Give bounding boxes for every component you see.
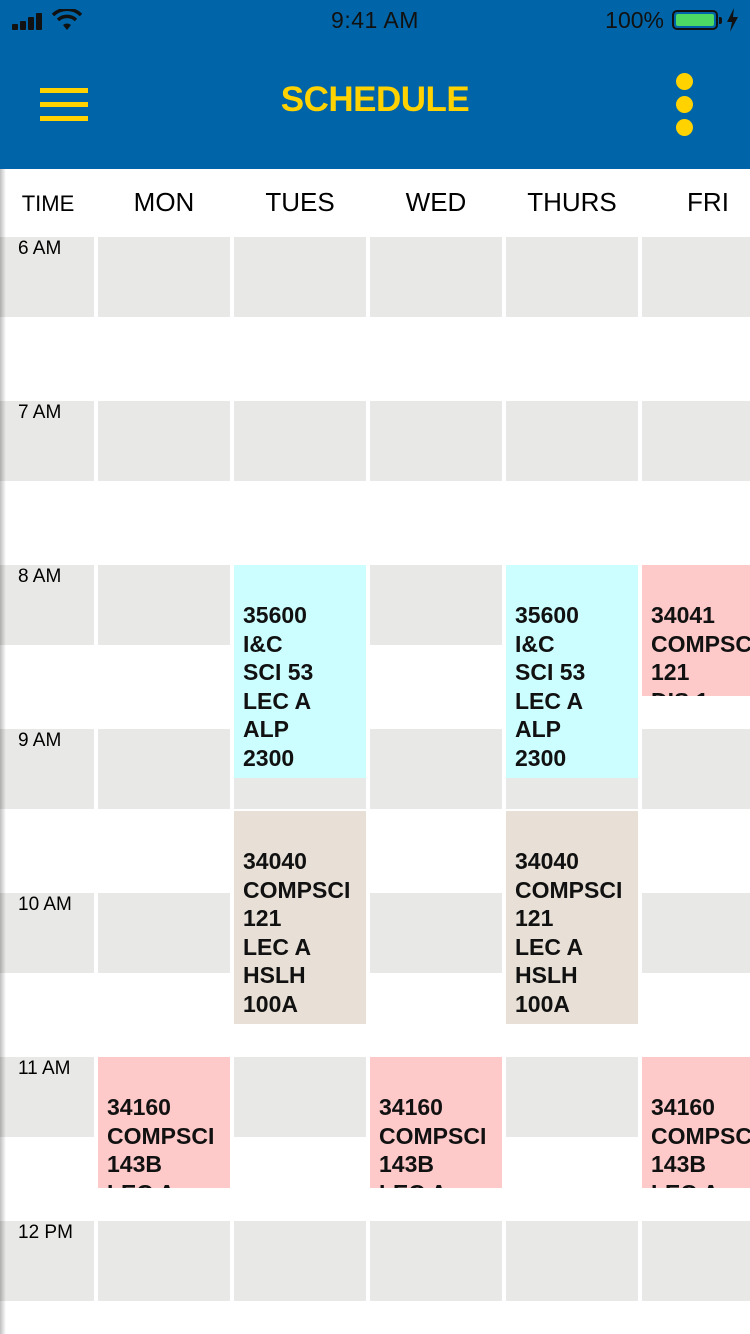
- course-event-line: SCI 53: [515, 659, 586, 686]
- course-event-block[interactable]: 34160COMPSCI143BLEC ASSH 100: [642, 1057, 750, 1189]
- course-event-line: 100A: [243, 990, 298, 1017]
- course-event-line: 121: [651, 659, 690, 686]
- schedule-cell[interactable]: [98, 1221, 230, 1301]
- hour-label: 10 AM: [18, 894, 72, 915]
- course-event-line: COMPSCI: [651, 1122, 750, 1149]
- schedule-cell[interactable]: [234, 401, 366, 481]
- course-event-line: LEC A: [515, 933, 584, 960]
- hour-label: 11 AM: [18, 1058, 71, 1079]
- schedule-cell[interactable]: [370, 237, 502, 317]
- hour-label: 7 AM: [18, 402, 62, 423]
- day-header-row: TIME MON TUES WED THURS FRI: [0, 169, 750, 237]
- hour-label: 6 AM: [18, 238, 62, 259]
- course-event-block[interactable]: 34041COMPSCI121DIS 1ALP 1700: [642, 565, 750, 697]
- day-header-tues: TUES: [265, 187, 335, 217]
- schedule-cell[interactable]: [506, 1057, 638, 1137]
- course-event-line: 121: [243, 905, 282, 932]
- schedule-cell[interactable]: [98, 729, 230, 809]
- schedule-cell[interactable]: [506, 401, 638, 481]
- schedule-cell[interactable]: [642, 401, 750, 481]
- charging-icon: [727, 8, 738, 32]
- course-event-line: COMPSCI: [107, 1122, 215, 1149]
- course-event-block[interactable]: 34040 COMPSCI 121 LEC A HSLH 100A: [506, 811, 638, 1025]
- course-event-line: LEC A: [379, 1179, 502, 1188]
- course-event-line: 34041: [651, 602, 715, 628]
- battery-icon: [672, 10, 722, 30]
- course-event-line: 143B: [379, 1151, 434, 1178]
- status-bar: 9:41 AM 100%: [0, 0, 750, 40]
- course-event-block[interactable]: 35600 I&C SCI 53 LEC A ALP 2300: [506, 565, 638, 779]
- course-event-line: COMPSCI: [243, 876, 351, 903]
- schedule-cell[interactable]: [642, 237, 750, 317]
- course-event-block[interactable]: 35600 I&C SCI 53 LEC A ALP 2300: [234, 565, 366, 779]
- course-event-line: DIS 1: [651, 687, 750, 696]
- course-event-line: COMPSCI: [379, 1122, 487, 1149]
- course-event-line: 34160: [651, 1094, 715, 1120]
- course-event-line: 143B: [651, 1151, 706, 1178]
- schedule-cell[interactable]: [234, 1057, 366, 1137]
- schedule-cell[interactable]: [370, 565, 502, 645]
- schedule-cell[interactable]: [98, 237, 230, 317]
- schedule-cell[interactable]: [370, 893, 502, 973]
- schedule-cell[interactable]: [234, 1221, 366, 1301]
- course-event-line: 35600: [515, 602, 579, 628]
- schedule-grid[interactable]: 6 AM 7 AM 8 AM 9 AM 10 AM 11 AM 12 PM 35600 I&C S…: [0, 237, 750, 1334]
- course-event-line: LEC A: [107, 1179, 230, 1188]
- course-event-block[interactable]: 34160COMPSCI143BLEC ASSH 100: [370, 1057, 502, 1189]
- schedule-cell[interactable]: [370, 1221, 502, 1301]
- day-header-fri: FRI: [687, 187, 729, 217]
- schedule-cell[interactable]: [642, 729, 750, 809]
- course-event-line: LEC A: [651, 1179, 750, 1188]
- course-event-block[interactable]: 34040 COMPSCI 121 LEC A HSLH 100A: [234, 811, 366, 1025]
- course-event-line: 35600: [243, 602, 307, 628]
- course-event-line: I&C: [515, 630, 555, 657]
- hour-label: 9 AM: [18, 730, 62, 751]
- course-event-line: ALP: [515, 716, 561, 743]
- course-event-line: 34160: [379, 1094, 443, 1120]
- course-event-line: HSLH: [515, 962, 578, 989]
- schedule-cell[interactable]: [506, 237, 638, 317]
- course-event-line: 34040: [243, 848, 307, 874]
- schedule-cell[interactable]: [370, 729, 502, 809]
- schedule-cell[interactable]: [234, 237, 366, 317]
- course-event-line: I&C: [243, 630, 283, 657]
- battery-percent: 100%: [605, 7, 664, 33]
- page-title: SCHEDULE: [280, 80, 470, 119]
- schedule-cell[interactable]: [98, 565, 230, 645]
- course-event-line: LEC A: [243, 687, 312, 714]
- course-event-line: ALP: [243, 716, 289, 743]
- course-event-line: LEC A: [243, 933, 312, 960]
- schedule-cell[interactable]: [642, 893, 750, 973]
- drawer-edge-shadow: [0, 169, 6, 1334]
- course-event-line: 2300: [515, 744, 567, 771]
- schedule-cell[interactable]: [370, 401, 502, 481]
- day-header-wed: WED: [405, 187, 467, 217]
- schedule-cell[interactable]: [506, 1221, 638, 1301]
- course-event-line: 34040: [515, 848, 579, 874]
- course-event-line: 2300: [243, 744, 295, 771]
- time-column-header: TIME: [21, 191, 75, 216]
- more-vertical-icon[interactable]: [670, 70, 700, 140]
- day-header-mon: MON: [133, 187, 195, 217]
- course-event-line: 100A: [515, 990, 570, 1017]
- course-event-line: 121: [515, 905, 554, 932]
- hour-label: 12 PM: [18, 1222, 73, 1243]
- course-event-line: HSLH: [243, 962, 306, 989]
- course-event-line: 143B: [107, 1151, 162, 1178]
- course-event-line: 34160: [107, 1094, 171, 1120]
- schedule-cell[interactable]: [98, 401, 230, 481]
- schedule-cell[interactable]: [98, 893, 230, 973]
- course-event-line: LEC A: [515, 687, 584, 714]
- day-header-thurs: THURS: [527, 187, 617, 217]
- course-event-line: COMPSCI: [651, 630, 750, 657]
- schedule-cell[interactable]: [642, 1221, 750, 1301]
- app-bar: SCHEDULE: [0, 40, 750, 169]
- course-event-line: SCI 53: [243, 659, 314, 686]
- course-event-line: COMPSCI: [515, 876, 623, 903]
- course-event-block[interactable]: 34160COMPSCI143BLEC ASSH 100: [98, 1057, 230, 1189]
- hour-label: 8 AM: [18, 566, 62, 587]
